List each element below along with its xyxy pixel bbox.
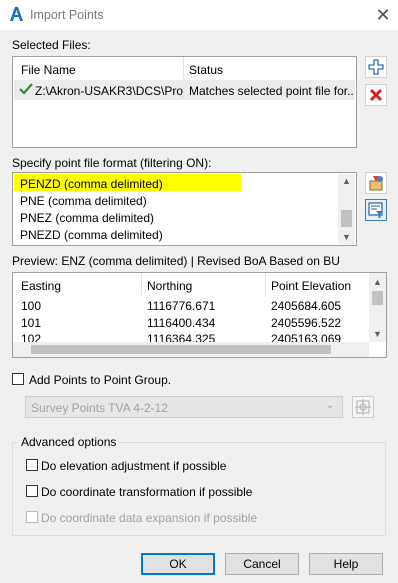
scroll-up-arrow-icon[interactable]: ▲ bbox=[369, 277, 386, 287]
point-group-dropdown[interactable]: Survey Points TVA 4-2-12 ⌄ bbox=[25, 396, 343, 418]
autocad-a-icon bbox=[10, 7, 23, 21]
coordinate-data-expansion-checkbox bbox=[26, 511, 38, 523]
plus-icon bbox=[368, 59, 384, 75]
scroll-up-arrow-icon[interactable]: ▲ bbox=[338, 176, 355, 186]
close-icon[interactable]: ✕ bbox=[372, 4, 394, 26]
remove-file-button[interactable] bbox=[365, 84, 387, 106]
format-manager-button[interactable] bbox=[365, 172, 387, 194]
scrollbar-thumb[interactable] bbox=[31, 345, 331, 354]
cancel-button[interactable]: Cancel bbox=[225, 553, 299, 575]
pick-point-group-button[interactable] bbox=[352, 396, 374, 418]
scroll-down-arrow-icon[interactable]: ▼ bbox=[369, 329, 386, 339]
checkmark-icon bbox=[19, 83, 33, 95]
format-item[interactable]: PENZD (comma delimited) bbox=[20, 177, 163, 191]
elevation-cell: 2405596.522 bbox=[271, 316, 342, 330]
preview-header: Easting Northing Point Elevation bbox=[13, 273, 386, 295]
preview-table[interactable]: Easting Northing Point Elevation 100 111… bbox=[12, 272, 387, 358]
point-group-dropdown-value: Survey Points TVA 4-2-12 bbox=[31, 401, 168, 415]
northing-cell: 1116400.434 bbox=[147, 316, 216, 330]
elevation-adjustment-checkbox[interactable] bbox=[26, 459, 38, 471]
selected-files-header: File Name Status bbox=[13, 57, 356, 79]
scrollbar-thumb[interactable] bbox=[341, 210, 352, 227]
table-row[interactable]: 102 1116364.325 2405163.069 bbox=[13, 331, 368, 342]
point-file-format-list[interactable]: PENZD (comma delimited) PNE (comma delim… bbox=[12, 172, 357, 246]
table-row[interactable]: 100 1116776.671 2405684.605 bbox=[13, 298, 368, 314]
column-header-point-elevation[interactable]: Point Elevation bbox=[271, 279, 351, 293]
elevation-adjustment-label: Do elevation adjustment if possible bbox=[41, 459, 227, 473]
elevation-cell: 2405684.605 bbox=[271, 299, 342, 313]
easting-cell: 102 bbox=[21, 332, 42, 342]
format-list-scrollbar[interactable]: ▲ ▼ bbox=[338, 174, 355, 244]
elevation-cell: 2405163.069 bbox=[271, 332, 342, 342]
pick-from-drawing-icon bbox=[355, 399, 371, 415]
format-manager-icon bbox=[369, 176, 383, 191]
ok-button[interactable]: OK bbox=[141, 553, 215, 575]
preview-label: Preview: ENZ (comma delimited) | Revised… bbox=[12, 254, 340, 268]
selected-files-list[interactable]: File Name Status Z:\Akron-USAKR3\DCS\Pro… bbox=[12, 56, 357, 148]
add-to-point-group-checkbox[interactable] bbox=[12, 373, 24, 385]
format-item[interactable]: PNEZD (comma delimited) bbox=[20, 228, 163, 242]
scrollbar-thumb[interactable] bbox=[372, 291, 383, 305]
chevron-down-icon: ⌄ bbox=[326, 400, 335, 411]
column-header-file-name[interactable]: File Name bbox=[21, 63, 76, 77]
easting-cell: 100 bbox=[21, 299, 42, 313]
add-file-button[interactable] bbox=[365, 56, 387, 78]
window-title: Import Points bbox=[30, 8, 104, 22]
file-name-cell: Z:\Akron-USAKR3\DCS\Proj... bbox=[35, 84, 183, 98]
add-to-point-group-label: Add Points to Point Group. bbox=[29, 373, 172, 387]
scroll-down-arrow-icon[interactable]: ▼ bbox=[338, 232, 355, 242]
easting-cell: 101 bbox=[21, 316, 42, 330]
filter-button[interactable] bbox=[365, 199, 387, 221]
column-header-easting[interactable]: Easting bbox=[21, 279, 61, 293]
northing-cell: 1116364.325 bbox=[147, 332, 216, 342]
format-item[interactable]: PNE (comma delimited) bbox=[20, 194, 147, 208]
advanced-options-label: Advanced options bbox=[18, 435, 120, 449]
column-header-status[interactable]: Status bbox=[189, 63, 223, 77]
table-row[interactable]: 101 1116400.434 2405596.522 bbox=[13, 315, 368, 331]
table-row[interactable]: Z:\Akron-USAKR3\DCS\Proj... Matches sele… bbox=[14, 80, 355, 100]
coordinate-data-expansion-label: Do coordinate data expansion if possible bbox=[41, 511, 258, 525]
column-header-northing[interactable]: Northing bbox=[147, 279, 192, 293]
point-file-format-label: Specify point file format (filtering ON)… bbox=[12, 156, 212, 170]
format-item[interactable]: PNEZ (comma delimited) bbox=[20, 211, 154, 225]
title-bar: Import Points ✕ bbox=[0, 0, 398, 30]
preview-horizontal-scrollbar[interactable] bbox=[13, 342, 369, 357]
filter-icon bbox=[368, 202, 383, 218]
coordinate-transformation-checkbox[interactable] bbox=[26, 485, 38, 497]
selected-files-label: Selected Files: bbox=[12, 38, 91, 52]
coordinate-transformation-label: Do coordinate transformation if possible bbox=[41, 485, 253, 499]
preview-vertical-scrollbar[interactable]: ▲ ▼ bbox=[369, 273, 386, 342]
red-x-icon bbox=[369, 88, 383, 102]
status-cell: Matches selected point file for... bbox=[189, 84, 353, 98]
northing-cell: 1116776.671 bbox=[147, 299, 216, 313]
help-button[interactable]: Help bbox=[309, 553, 383, 575]
